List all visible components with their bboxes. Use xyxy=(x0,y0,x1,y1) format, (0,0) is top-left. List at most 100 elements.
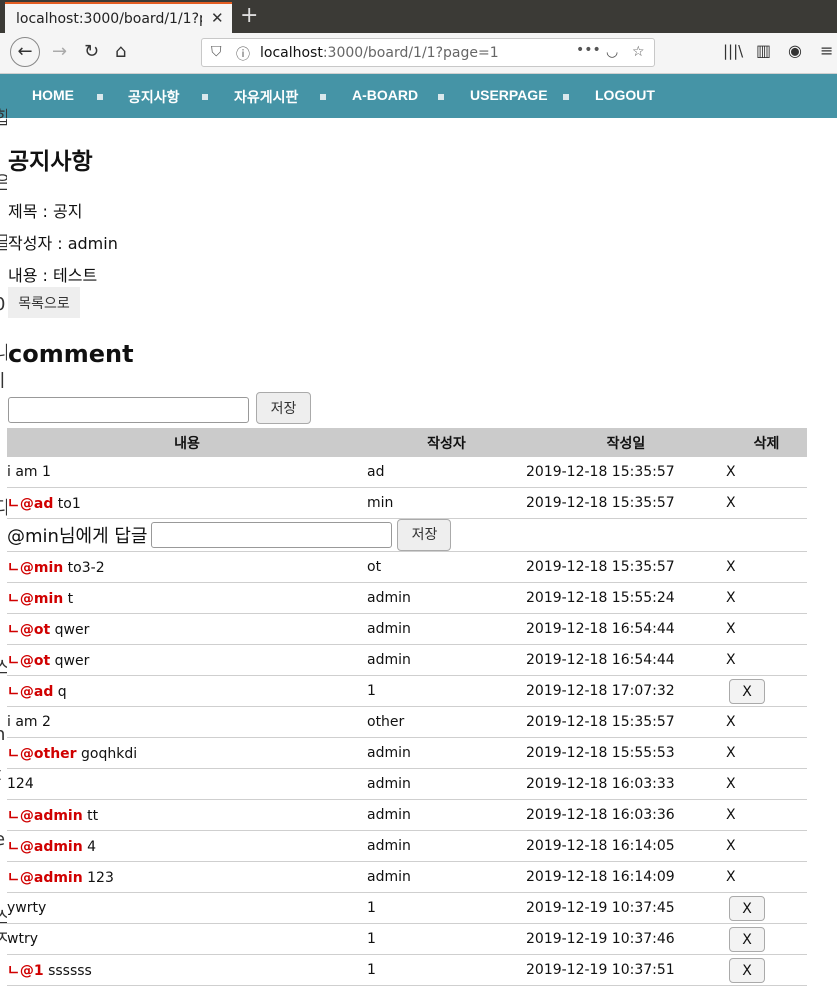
url-text: localhost:3000/board/1/1?page=1 xyxy=(260,45,499,61)
delete-link[interactable]: X xyxy=(726,776,736,792)
comment-author: ot xyxy=(367,551,526,583)
reply-input[interactable] xyxy=(151,522,393,548)
comment-author: 1 xyxy=(367,675,526,707)
comment-text: 123 xyxy=(82,870,114,886)
nav-free-board[interactable]: 자유게시판 xyxy=(234,87,298,107)
delete-link[interactable]: X xyxy=(726,745,736,761)
comment-content: i am 1 xyxy=(7,457,367,488)
comment-row: ㄴ@admin 123 admin 2019-12-18 16:14:09 X xyxy=(7,861,807,893)
comment-author: admin xyxy=(367,644,526,676)
comment-date: 2019-12-19 10:37:51 xyxy=(526,954,726,986)
comment-row: 124 admin 2019-12-18 16:03:33 X xyxy=(7,768,807,800)
comment-delete-cell: X xyxy=(726,954,807,986)
tab-title: localhost:3000/board/1/1?page=1 xyxy=(16,11,202,27)
post-content: 내용 : 테스트 xyxy=(8,266,98,285)
comment-date: 2019-12-18 16:54:44 xyxy=(526,644,726,676)
mention-tag: ㄴ@min xyxy=(7,591,64,607)
comment-date: 2019-12-18 15:55:24 xyxy=(526,582,726,614)
delete-button[interactable]: X xyxy=(729,957,765,983)
comment-text: t xyxy=(63,591,74,607)
comment-author: 1 xyxy=(367,892,526,924)
delete-link[interactable]: X xyxy=(726,838,736,854)
bookmark-star-icon[interactable]: ☆ xyxy=(632,44,645,60)
page-content: HOME 공지사항 자유게시판 A-BOARD USERPAGE LOGOUT … xyxy=(0,74,837,994)
comment-delete-cell: X xyxy=(726,457,807,488)
delete-link[interactable]: X xyxy=(726,621,736,637)
comment-author: admin xyxy=(367,799,526,831)
delete-link[interactable]: X xyxy=(726,807,736,823)
comment-date: 2019-12-18 15:35:57 xyxy=(526,457,726,488)
comment-row: ㄴ@min t admin 2019-12-18 15:55:24 X xyxy=(7,582,807,614)
comment-delete-cell: X xyxy=(726,551,807,583)
browser-tab[interactable]: localhost:3000/board/1/1?page=1 ✕ xyxy=(5,2,232,33)
reload-icon[interactable]: ↻ xyxy=(84,41,99,62)
comment-date: 2019-12-18 15:35:57 xyxy=(526,706,726,738)
nav-home[interactable]: HOME xyxy=(32,87,74,103)
delete-link[interactable]: X xyxy=(726,714,736,730)
comment-input[interactable] xyxy=(8,397,249,423)
comment-author: other xyxy=(367,706,526,738)
comment-date: 2019-12-18 16:14:05 xyxy=(526,830,726,862)
post-subject: 제목 : 공지 xyxy=(8,202,83,221)
comment-text: to3-2 xyxy=(63,560,105,576)
post-author: 작성자 : admin xyxy=(8,234,118,253)
nav-notice[interactable]: 공지사항 xyxy=(128,87,180,107)
delete-link[interactable]: X xyxy=(726,495,736,511)
delete-link[interactable]: X xyxy=(726,652,736,668)
delete-button[interactable]: X xyxy=(729,678,765,704)
nav-userpage[interactable]: USERPAGE xyxy=(470,87,548,103)
delete-link[interactable]: X xyxy=(726,464,736,480)
delete-link[interactable]: X xyxy=(726,869,736,885)
comment-row: i am 1 ad 2019-12-18 15:35:57 X xyxy=(7,457,807,488)
table-header-row: 내용 작성자 작성일 삭제 xyxy=(7,428,807,457)
reply-save-button[interactable]: 저장 xyxy=(397,519,452,551)
comment-text: tt xyxy=(82,808,99,824)
reply-prompt: @min님에게 답글 xyxy=(7,526,148,547)
comment-content: ㄴ@min to3-2 xyxy=(7,551,367,583)
comment-date: 2019-12-18 16:03:36 xyxy=(526,799,726,831)
comment-text: 124 xyxy=(7,776,34,792)
account-icon[interactable]: ◉ xyxy=(788,41,802,60)
delete-link[interactable]: X xyxy=(726,559,736,575)
comment-row: ㄴ@ad to1 min 2019-12-18 15:35:57 X xyxy=(7,487,807,519)
delete-button[interactable]: X xyxy=(729,895,765,921)
back-to-list-button[interactable]: 목록으로 xyxy=(8,287,80,318)
board-title: 공지사항 xyxy=(8,149,93,175)
comment-row: ㄴ@admin tt admin 2019-12-18 16:03:36 X xyxy=(7,799,807,831)
sidebar-icon[interactable]: ▥ xyxy=(756,41,771,60)
comment-text: 4 xyxy=(82,839,97,855)
more-icon[interactable]: ••• xyxy=(576,42,601,58)
comment-delete-cell: X xyxy=(726,737,807,769)
comment-list: i am 1 ad 2019-12-18 15:35:57 X ㄴ@ad to1 min 2… xyxy=(7,457,807,986)
forward-arrow-icon[interactable]: → xyxy=(52,41,67,62)
new-tab-icon[interactable]: + xyxy=(240,3,258,28)
menu-icon[interactable]: ≡ xyxy=(820,41,833,60)
library-icon[interactable]: |||\ xyxy=(723,42,743,60)
comment-date: 2019-12-19 10:37:45 xyxy=(526,892,726,924)
mention-tag: ㄴ@ot xyxy=(7,653,51,669)
nav-a-board[interactable]: A-BOARD xyxy=(352,87,418,103)
comment-row: wtry 1 2019-12-19 10:37:46 X xyxy=(7,923,807,955)
nav-logout[interactable]: LOGOUT xyxy=(595,87,655,103)
comment-content: ㄴ@ot qwer xyxy=(7,613,367,645)
pocket-icon[interactable]: ◡ xyxy=(606,44,618,60)
delete-link[interactable]: X xyxy=(726,590,736,606)
comment-heading: comment xyxy=(8,340,134,368)
comment-date: 2019-12-18 15:35:57 xyxy=(526,551,726,583)
address-bar[interactable]: ⛉ ⓘ localhost:3000/board/1/1?page=1 ••• … xyxy=(201,38,655,67)
home-icon[interactable]: ⌂ xyxy=(115,41,126,62)
mention-tag: ㄴ@ot xyxy=(7,622,51,638)
comment-date: 2019-12-18 16:54:44 xyxy=(526,613,726,645)
comment-delete-cell: X xyxy=(726,861,807,893)
comment-text: goqhkdi xyxy=(76,746,138,762)
nav-separator xyxy=(563,94,569,100)
back-arrow-icon[interactable]: ← xyxy=(10,37,40,67)
comment-author: admin xyxy=(367,768,526,800)
comment-save-button[interactable]: 저장 xyxy=(256,392,311,424)
reply-form-row: @min님에게 답글 저장 xyxy=(7,518,807,552)
tab-close-icon[interactable]: ✕ xyxy=(211,9,224,27)
comment-content: ㄴ@ad q xyxy=(7,675,367,707)
info-icon[interactable]: ⓘ xyxy=(236,44,250,64)
delete-button[interactable]: X xyxy=(729,926,765,952)
comment-row: ㄴ@ot qwer admin 2019-12-18 16:54:44 X xyxy=(7,644,807,676)
